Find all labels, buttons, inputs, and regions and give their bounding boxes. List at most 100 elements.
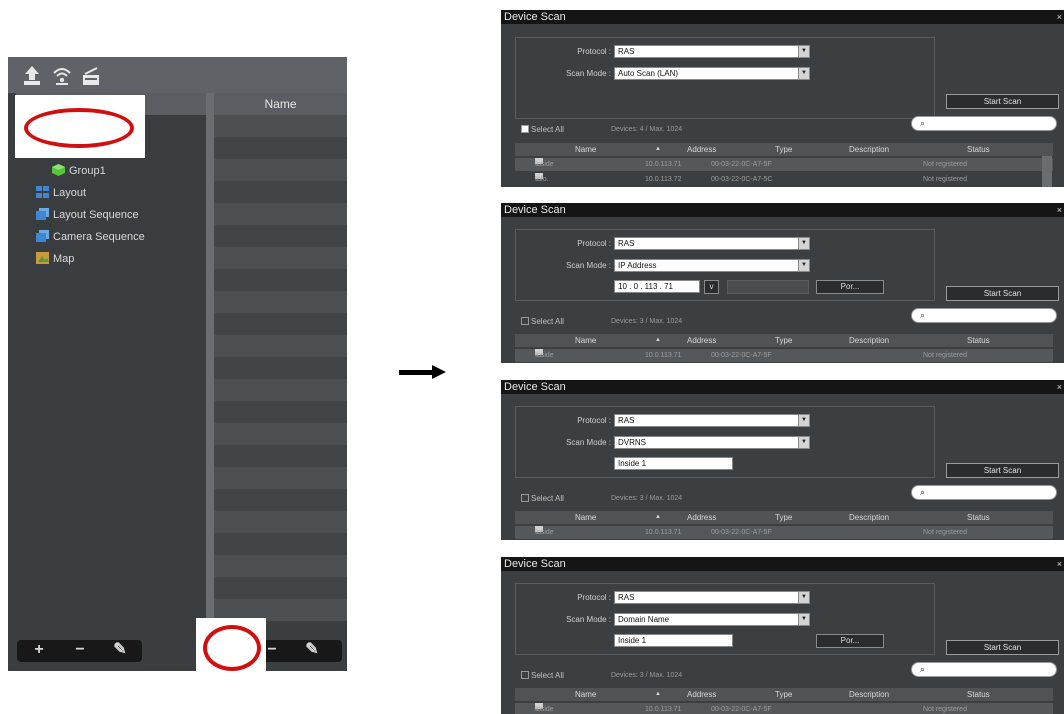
ip-address-field[interactable]: 10 . 0 . 113 . 71	[614, 280, 700, 293]
table-row[interactable]: ☑Inside 1 10.0.113.71 00-03-22-0C-A7-5F …	[515, 526, 1053, 539]
sort-asc-icon[interactable]: ▲	[655, 511, 661, 524]
select-all-checkbox[interactable]: Select All	[521, 671, 564, 680]
list-row[interactable]	[214, 423, 347, 445]
add-button[interactable]: +	[29, 640, 49, 662]
chevron-down-icon: ▼	[798, 238, 809, 249]
list-row[interactable]	[214, 313, 347, 335]
list-row[interactable]	[214, 379, 347, 401]
protocol-select[interactable]: RAS ▼	[614, 591, 810, 604]
col-name[interactable]: Name	[575, 511, 596, 524]
ip-address-end-field[interactable]	[727, 280, 809, 294]
tree-item-camera-sequence[interactable]: Camera Sequence	[36, 230, 145, 244]
list-row[interactable]	[214, 335, 347, 357]
dvrns-name-field[interactable]: Inside 1	[614, 457, 733, 470]
domain-name-field[interactable]: Inside 1	[614, 634, 733, 647]
search-input[interactable]: ⌕	[911, 485, 1057, 500]
list-row[interactable]	[214, 269, 347, 291]
search-input[interactable]: ⌕	[911, 308, 1057, 323]
col-type[interactable]: Type	[775, 688, 792, 701]
scanner-icon[interactable]	[81, 65, 101, 87]
chevron-down-icon: ▼	[798, 260, 809, 271]
list-row[interactable]	[214, 467, 347, 489]
sort-asc-icon[interactable]: ▲	[655, 688, 661, 701]
scrollbar[interactable]	[1042, 156, 1052, 187]
col-address[interactable]: Address	[687, 334, 716, 347]
close-icon[interactable]: ×	[1057, 380, 1062, 394]
close-icon[interactable]: ×	[1057, 557, 1062, 571]
list-row[interactable]	[214, 247, 347, 269]
col-status[interactable]: Status	[967, 143, 990, 156]
col-status[interactable]: Status	[967, 511, 990, 524]
list-row[interactable]	[214, 137, 347, 159]
scan-mode-select[interactable]: DVRNS ▼	[614, 436, 810, 449]
search-input[interactable]: ⌕	[911, 116, 1057, 131]
ip-range-toggle[interactable]: v	[704, 280, 719, 294]
scan-mode-select[interactable]: Domain Name ▼	[614, 613, 810, 626]
list-row[interactable]	[214, 577, 347, 599]
col-description[interactable]: Description	[849, 334, 889, 347]
protocol-select[interactable]: RAS ▼	[614, 237, 810, 250]
list-row[interactable]	[214, 291, 347, 313]
select-all-checkbox[interactable]: Select All	[521, 125, 564, 134]
table-row[interactable]: ☑Inside 1 10.0.113.71 00-03-22-0C-A7-5F …	[515, 349, 1053, 362]
start-scan-button[interactable]: Start Scan	[946, 286, 1059, 301]
col-description[interactable]: Description	[849, 511, 889, 524]
tree-item-map[interactable]: Map	[36, 252, 74, 266]
edit-button[interactable]: ✎	[302, 640, 322, 662]
col-type[interactable]: Type	[775, 511, 792, 524]
scan-mode-select[interactable]: IP Address ▼	[614, 259, 810, 272]
select-all-checkbox[interactable]: Select All	[521, 317, 564, 326]
list-row[interactable]	[214, 445, 347, 467]
list-row[interactable]	[214, 203, 347, 225]
name-column-header[interactable]: Name	[214, 93, 347, 115]
search-input[interactable]: ⌕	[911, 662, 1057, 677]
start-scan-button[interactable]: Start Scan	[946, 463, 1059, 478]
start-scan-button[interactable]: Start Scan	[946, 640, 1059, 655]
close-icon[interactable]: ×	[1057, 10, 1062, 24]
table-row[interactable]: ☐Info. Desk 10.0.113.72 00-03-22-0C-A7-5…	[515, 173, 1053, 186]
table-row[interactable]: ☑Inside 1 10.0.113.71 00-03-22-0C-A7-5F …	[515, 703, 1053, 714]
col-description[interactable]: Description	[849, 688, 889, 701]
select-all-checkbox[interactable]: Select All	[521, 494, 564, 503]
list-row[interactable]	[214, 555, 347, 577]
col-name[interactable]: Name	[575, 334, 596, 347]
list-row[interactable]	[214, 357, 347, 379]
close-icon[interactable]: ×	[1057, 203, 1062, 217]
list-row[interactable]	[214, 181, 347, 203]
tree-item-layout[interactable]: Layout	[36, 186, 86, 200]
scan-mode-select[interactable]: Auto Scan (LAN) ▼	[614, 67, 810, 80]
col-type[interactable]: Type	[775, 334, 792, 347]
tree-item-group1[interactable]: Group1	[52, 164, 106, 178]
list-row[interactable]	[214, 533, 347, 555]
sort-asc-icon[interactable]: ▲	[655, 334, 661, 347]
col-type[interactable]: Type	[775, 143, 792, 156]
col-address[interactable]: Address	[687, 688, 716, 701]
col-address[interactable]: Address	[687, 511, 716, 524]
col-name[interactable]: Name	[575, 688, 596, 701]
remove-button[interactable]: −	[70, 640, 90, 662]
list-row[interactable]	[214, 225, 347, 247]
list-row[interactable]	[214, 159, 347, 181]
edit-button[interactable]: ✎	[110, 640, 130, 662]
upload-icon[interactable]	[22, 65, 42, 87]
col-description[interactable]: Description	[849, 143, 889, 156]
table-row[interactable]: ☑Inside 1 10.0.113.71 00-03-22-0C-A7-5F …	[515, 158, 1053, 181]
column-splitter[interactable]	[206, 93, 214, 633]
protocol-select[interactable]: RAS ▼	[614, 45, 810, 58]
tree-item-label: Layout Sequence	[53, 209, 139, 221]
list-row[interactable]	[214, 489, 347, 511]
tree-item-layout-sequence[interactable]: Layout Sequence	[36, 208, 139, 222]
protocol-select[interactable]: RAS ▼	[614, 414, 810, 427]
list-row[interactable]	[214, 401, 347, 423]
col-address[interactable]: Address	[687, 143, 716, 156]
list-row[interactable]	[214, 511, 347, 533]
start-scan-button[interactable]: Start Scan	[946, 94, 1059, 109]
col-name[interactable]: Name	[575, 143, 596, 156]
sort-asc-icon[interactable]: ▲	[655, 143, 661, 156]
port-button[interactable]: Por...	[816, 280, 884, 294]
col-status[interactable]: Status	[967, 334, 990, 347]
col-status[interactable]: Status	[967, 688, 990, 701]
port-button[interactable]: Por...	[816, 634, 884, 648]
list-row[interactable]	[214, 115, 347, 137]
wifi-icon[interactable]	[52, 65, 72, 87]
